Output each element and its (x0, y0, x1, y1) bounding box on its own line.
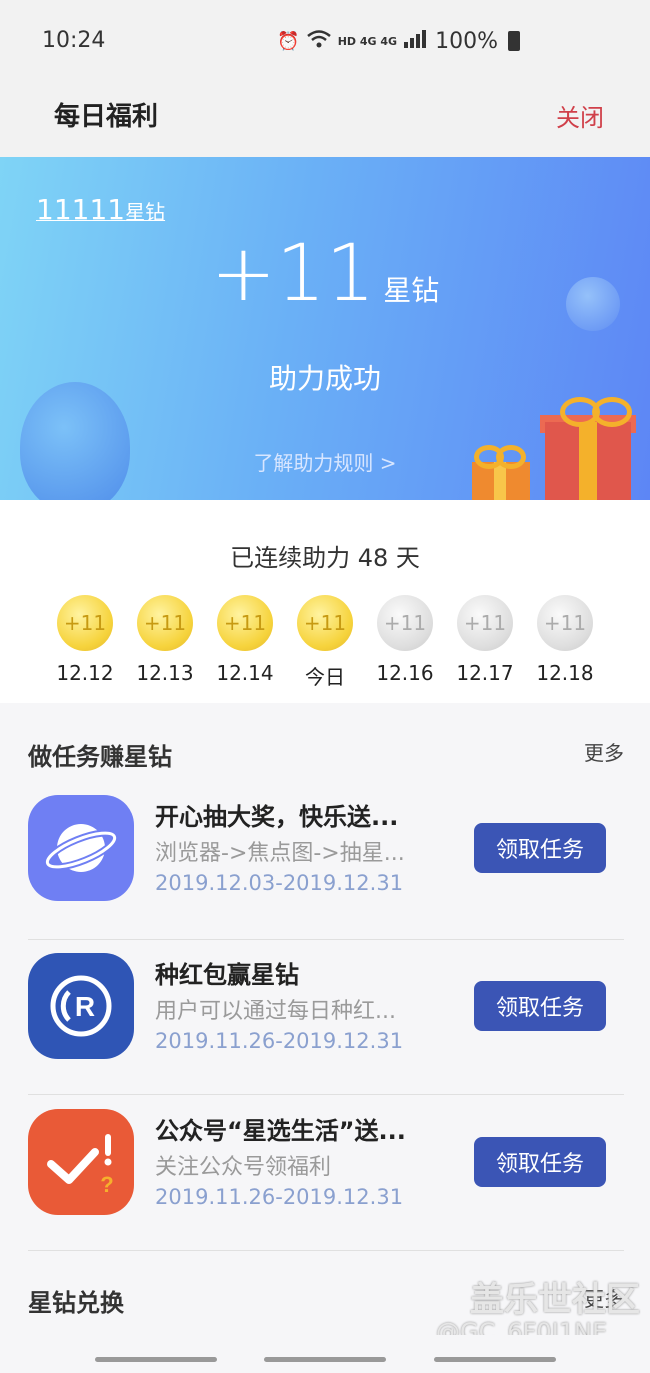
divider (28, 1094, 624, 1095)
claim-task-button[interactable]: 领取任务 (474, 981, 606, 1031)
claim-task-button[interactable]: 领取任务 (474, 1137, 606, 1187)
coin-icon: +11 (297, 595, 353, 651)
task-description: 关注公众号领福利 (155, 1155, 332, 1180)
reward-amount-unit: 星钻 (383, 274, 440, 307)
day-date: 12.16 (376, 661, 434, 685)
svg-text:?: ? (100, 1172, 113, 1197)
task-title: 开心抽大奖，快乐送... (155, 803, 399, 831)
day-date: 12.13 (136, 661, 194, 685)
task-date: 2019.11.26-2019.12.31 (155, 1185, 404, 1209)
success-message: 助力成功 (268, 362, 381, 395)
task-date: 2019.11.26-2019.12.31 (155, 1029, 404, 1053)
coin-icon: +11 (57, 595, 113, 651)
exchange-section-title: 星钻兑换 (28, 1289, 124, 1317)
day-date: 12.17 (456, 661, 514, 685)
coin-icon: +11 (377, 595, 433, 651)
day-item: +11 12.14 (205, 595, 285, 690)
balance-link[interactable]: 11111星钻 (36, 193, 165, 226)
status-bar: 10:24 ⏰ HD 4G 4G 100% (0, 0, 650, 86)
streak-days: +11 12.12 +11 12.13 +11 12.14 +11 今日 +11… (45, 595, 605, 690)
nav-recents-handle[interactable] (434, 1357, 556, 1362)
day-date: 12.14 (216, 661, 274, 685)
tasks-section-title: 做任务赚星钻 (28, 743, 172, 771)
task-title: 种红包赢星钻 (155, 961, 299, 989)
nav-home-handle[interactable] (264, 1357, 386, 1362)
divider (28, 1250, 624, 1251)
page-header: 每日福利 关闭 (0, 86, 650, 158)
network-indicator: HD 4G 4G (337, 34, 398, 48)
coin-icon: +11 (537, 595, 593, 651)
battery-icon (508, 31, 520, 51)
day-item: +11 12.17 (445, 595, 525, 690)
nav-back-handle[interactable] (95, 1357, 217, 1362)
task-title: 公众号“星选生活”送... (155, 1117, 406, 1145)
balance-unit: 星钻 (125, 200, 166, 224)
watermark-brand: 盖乐世社区 (470, 1280, 640, 1320)
day-item: +11 12.13 (125, 595, 205, 690)
balance-value: 11111 (36, 193, 126, 226)
page-title: 每日福利 (54, 102, 159, 132)
task-description: 浏览器->焦点图->抽星... (155, 841, 405, 866)
day-item: +11 今日 (285, 595, 365, 690)
day-item: +11 12.12 (45, 595, 125, 690)
task-item: R 种红包赢星钻 用户可以通过每日种红... 2019.11.26-2019.1… (0, 953, 650, 1093)
tasks-section: 做任务赚星钻 更多 开心抽大奖，快乐送... 浏览器->焦点图->抽星... 2… (0, 703, 650, 1335)
check-question-icon: ? (28, 1109, 134, 1215)
alarm-icon: ⏰ (277, 30, 300, 52)
task-description: 用户可以通过每日种红... (155, 999, 396, 1024)
task-date: 2019.12.03-2019.12.31 (155, 871, 404, 895)
gift-bow-right (592, 397, 632, 427)
signal-icon (403, 28, 429, 54)
streak-panel: 已连续助力 48 天 +11 12.12 +11 12.13 +11 12.14… (0, 500, 650, 703)
day-item: +11 12.16 (365, 595, 445, 690)
rules-link[interactable]: 了解助力规则 > (0, 447, 650, 476)
claim-task-button[interactable]: 领取任务 (474, 823, 606, 873)
coin-icon: +11 (457, 595, 513, 651)
close-button[interactable]: 关闭 (556, 98, 604, 133)
status-time: 10:24 (42, 28, 106, 53)
divider (28, 939, 624, 940)
coin-icon: +11 (137, 595, 193, 651)
reward-banner: 11111星钻 +11 星钻 助力成功 了解助力规则 > (0, 157, 650, 500)
balloon-decoration (20, 382, 130, 500)
registered-r-icon: R (28, 953, 134, 1059)
status-icons: ⏰ HD 4G 4G 100% (277, 28, 520, 54)
task-item: ? 公众号“星选生活”送... 关注公众号领福利 2019.11.26-2019… (0, 1109, 650, 1249)
day-item: +11 12.18 (525, 595, 605, 690)
browser-planet-icon (28, 795, 134, 901)
day-date: 12.12 (56, 661, 114, 685)
reward-amount-value: +11 (210, 229, 376, 319)
system-nav-bar (0, 1335, 650, 1373)
task-item: 开心抽大奖，快乐送... 浏览器->焦点图->抽星... 2019.12.03-… (0, 795, 650, 935)
coin-icon: +11 (217, 595, 273, 651)
day-date: 今日 (305, 665, 345, 689)
streak-label: 已连续助力 48 天 (230, 544, 420, 572)
tasks-more-link[interactable]: 更多 (584, 737, 624, 766)
svg-text:R: R (75, 991, 95, 1022)
reward-amount: +11 星钻 (0, 229, 650, 319)
battery-percent: 100% (435, 28, 498, 54)
wifi-icon (306, 29, 332, 54)
day-date: 12.18 (536, 661, 594, 685)
